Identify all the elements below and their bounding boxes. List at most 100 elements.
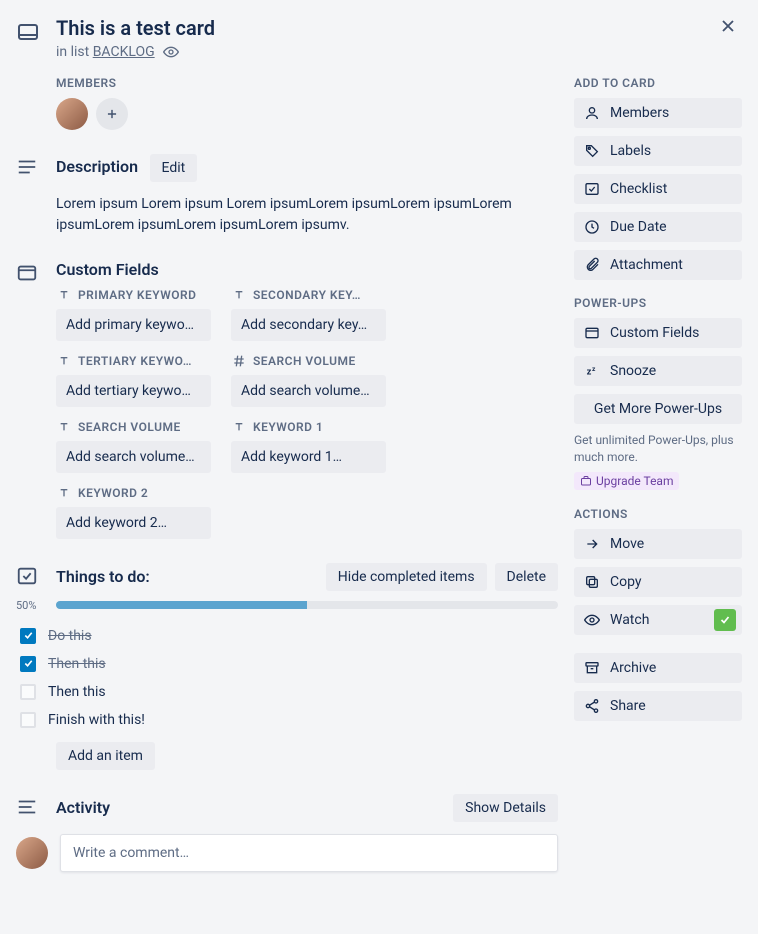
custom-field: KEYWORD 2 Add keyword 2…	[56, 485, 211, 539]
checklist-item-text[interactable]: Finish with this!	[48, 712, 145, 728]
checklist-checkbox[interactable]	[20, 656, 36, 672]
checklist-item[interactable]: Then this	[20, 678, 558, 706]
side-button-label: Watch	[610, 612, 649, 628]
activity-heading: Activity	[56, 798, 445, 817]
custom-field-input[interactable]: Add search volume…	[231, 375, 386, 407]
action-share[interactable]: Share	[574, 691, 742, 721]
custom-fields-section: Custom Fields PRIMARY KEYWORDAdd primary…	[16, 260, 558, 539]
plus-icon	[105, 107, 119, 121]
custom-field-input[interactable]: Add keyword 2…	[56, 507, 211, 539]
text-icon	[231, 287, 247, 303]
add-to-card-members[interactable]: Members	[574, 98, 742, 128]
description-body[interactable]: Lorem ipsum Lorem ipsum Lorem ipsumLorem…	[56, 194, 546, 236]
current-user-avatar[interactable]	[16, 837, 48, 869]
side-button-label: Attachment	[610, 257, 683, 273]
briefcase-icon	[580, 475, 592, 487]
activity-section: Activity Show Details Write a comment…	[16, 794, 558, 872]
powerups-heading: POWER-UPS	[574, 296, 742, 310]
card-icon	[584, 325, 600, 341]
custom-field-label: SECONDARY KEY…	[231, 287, 386, 303]
text-icon	[231, 419, 247, 435]
delete-checklist-button[interactable]: Delete	[495, 563, 558, 591]
list-name-link[interactable]: BACKLOG	[93, 44, 155, 60]
side-button-label: Copy	[610, 574, 642, 590]
custom-field-label: SEARCH VOLUME	[231, 353, 386, 369]
hide-completed-button[interactable]: Hide completed items	[326, 563, 487, 591]
text-icon	[56, 287, 72, 303]
checklist-item[interactable]: Then this	[20, 650, 558, 678]
powerup-snooze[interactable]: zzSnooze	[574, 356, 742, 386]
custom-field-input[interactable]: Add search volume…	[56, 441, 211, 473]
powerup-note: Get unlimited Power-Ups, plus much more.	[574, 432, 742, 466]
arrow-icon	[584, 536, 600, 552]
checklist-item-text[interactable]: Then this	[48, 656, 106, 672]
check-icon	[584, 181, 600, 197]
side-button-label: Members	[610, 105, 669, 121]
custom-field-input[interactable]: Add tertiary keywo…	[56, 375, 211, 407]
side-button-label: Move	[610, 536, 644, 552]
members-heading: MEMBERS	[56, 76, 558, 90]
copy-icon	[584, 574, 600, 590]
custom-fields-icon	[16, 262, 38, 284]
side-button-label: Labels	[610, 143, 651, 159]
custom-field-input[interactable]: Add primary keywo…	[56, 309, 211, 341]
members-block: MEMBERS	[56, 76, 558, 130]
in-list-prefix: in list	[56, 44, 93, 60]
action-archive[interactable]: Archive	[574, 653, 742, 683]
hash-icon	[231, 353, 247, 369]
get-more-powerups-button[interactable]: Get More Power-Ups	[574, 394, 742, 424]
add-to-card-attachment[interactable]: Attachment	[574, 250, 742, 280]
show-details-button[interactable]: Show Details	[453, 794, 558, 822]
checklist-heading[interactable]: Things to do:	[56, 567, 318, 586]
text-icon	[56, 353, 72, 369]
description-heading: Description	[56, 157, 138, 176]
svg-text:z: z	[592, 365, 596, 373]
add-to-card-due-date[interactable]: Due Date	[574, 212, 742, 242]
custom-field-input[interactable]: Add secondary key…	[231, 309, 386, 341]
custom-field: SECONDARY KEY… Add secondary key…	[231, 287, 386, 341]
share-icon	[584, 698, 600, 714]
custom-field-label: PRIMARY KEYWORD	[56, 287, 211, 303]
attach-icon	[584, 257, 600, 273]
card-header: This is a test card in list BACKLOG	[16, 16, 742, 60]
checklist-item-text[interactable]: Do this	[48, 628, 92, 644]
checklist-item[interactable]: Finish with this!	[20, 706, 558, 734]
add-member-button[interactable]	[96, 98, 128, 130]
action-move[interactable]: Move	[574, 529, 742, 559]
action-copy[interactable]: Copy	[574, 567, 742, 597]
activity-icon	[16, 796, 38, 818]
checklist-section: Things to do: Hide completed items Delet…	[16, 563, 558, 770]
comment-input[interactable]: Write a comment…	[60, 834, 558, 872]
custom-field-label: KEYWORD 1	[231, 419, 386, 435]
checklist-icon	[16, 565, 38, 587]
action-watch[interactable]: Watch	[574, 605, 742, 635]
card-sidebar: ADD TO CARD MembersLabelsChecklistDue Da…	[574, 76, 742, 872]
upgrade-team-button[interactable]: Upgrade Team	[574, 472, 679, 490]
custom-field-input[interactable]: Add keyword 1…	[231, 441, 386, 473]
member-avatar[interactable]	[56, 98, 88, 130]
add-to-card-checklist[interactable]: Checklist	[574, 174, 742, 204]
custom-field-label: KEYWORD 2	[56, 485, 211, 501]
add-checklist-item-button[interactable]: Add an item	[56, 742, 155, 770]
side-button-label: Due Date	[610, 219, 667, 235]
edit-description-button[interactable]: Edit	[150, 154, 198, 182]
add-to-card-labels[interactable]: Labels	[574, 136, 742, 166]
checklist-checkbox[interactable]	[20, 712, 36, 728]
user-icon	[584, 105, 600, 121]
custom-field-label: SEARCH VOLUME	[56, 419, 211, 435]
side-button-label: Archive	[610, 660, 656, 676]
card-subtitle: in list BACKLOG	[56, 44, 742, 60]
tag-icon	[584, 143, 600, 159]
powerup-custom-fields[interactable]: Custom Fields	[574, 318, 742, 348]
checklist-checkbox[interactable]	[20, 684, 36, 700]
eye-icon	[163, 44, 179, 60]
checklist-item-text[interactable]: Then this	[48, 684, 106, 700]
side-button-label: Snooze	[610, 363, 656, 379]
card-title[interactable]: This is a test card	[56, 16, 742, 40]
actions-heading: ACTIONS	[574, 507, 742, 521]
custom-field: KEYWORD 1 Add keyword 1…	[231, 419, 386, 473]
checklist-item[interactable]: Do this	[20, 622, 558, 650]
checklist-checkbox[interactable]	[20, 628, 36, 644]
custom-field-label: TERTIARY KEYWO…	[56, 353, 211, 369]
text-icon	[56, 485, 72, 501]
